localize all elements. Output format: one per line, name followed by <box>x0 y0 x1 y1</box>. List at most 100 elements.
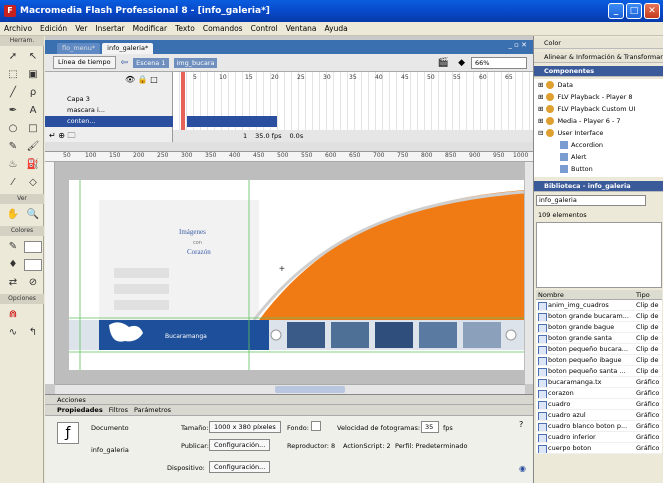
ink-bottle-icon[interactable]: ♨ <box>4 157 22 173</box>
hand-tool-icon[interactable]: ✋ <box>4 207 22 223</box>
stage-artwork[interactable]: + Imágenes con Corazón Bucaramanga <box>69 180 524 370</box>
layer-contenido[interactable]: conten... <box>45 116 173 127</box>
publish-settings-button[interactable]: Configuración... <box>209 439 271 451</box>
pen-tool-icon[interactable]: ✒ <box>4 103 22 119</box>
menu-edicion[interactable]: Edición <box>40 24 67 33</box>
menu-texto[interactable]: Texto <box>175 24 195 33</box>
library-item[interactable]: boton pequeño santa ... Clip de <box>536 366 662 377</box>
library-item[interactable]: boton grande bucaram... Clip de <box>536 311 662 322</box>
paint-bucket-icon[interactable]: ⛽ <box>24 157 42 173</box>
library-item[interactable]: cuadro blanco boton p... Gráfico <box>536 421 662 432</box>
tree-item[interactable]: Alert <box>534 151 663 163</box>
fill-color-icon[interactable]: ♦ <box>4 257 22 273</box>
menu-archivo[interactable]: Archivo <box>4 24 32 33</box>
selected-frames[interactable] <box>187 116 277 127</box>
help-icon[interactable]: ? <box>519 420 523 429</box>
scroll-thumb[interactable] <box>275 386 345 393</box>
minimize-button[interactable]: _ <box>608 3 624 19</box>
library-item[interactable]: boton grande bague Clip de <box>536 322 662 333</box>
edit-scene-icon[interactable]: 🎬 <box>438 58 449 68</box>
menu-comandos[interactable]: Comandos <box>203 24 243 33</box>
layer-mascara[interactable]: mascara i... <box>45 105 173 116</box>
maximize-button[interactable]: □ <box>626 3 642 19</box>
no-color-icon[interactable]: ⊘ <box>24 275 42 291</box>
fps-input[interactable]: 35 <box>421 421 439 433</box>
tab-propiedades[interactable]: Propiedades <box>57 406 103 414</box>
line-tool-icon[interactable]: ╱ <box>4 85 22 101</box>
frame-grid[interactable]: 5 10 15 20 25 30 35 40 45 50 55 60 65 1 … <box>173 72 533 142</box>
eraser-icon[interactable]: ◇ <box>24 175 42 191</box>
library-panel-header[interactable]: Biblioteca - info_galeria <box>534 181 663 192</box>
gradient-transform-icon[interactable]: ▣ <box>24 67 42 83</box>
swap-colors-icon[interactable]: ⇄ <box>4 275 22 291</box>
add-layer-icons[interactable]: ↵ ⊕ 🗀 <box>45 130 173 141</box>
tree-item[interactable]: Button <box>534 163 663 175</box>
tree-item[interactable]: ⊟ User Interface <box>534 127 663 139</box>
components-panel-header[interactable]: Componentes <box>534 66 663 77</box>
brush-tool-icon[interactable]: 🖌 <box>24 139 42 155</box>
menu-control[interactable]: Control <box>251 24 278 33</box>
stroke-swatch[interactable] <box>24 241 42 253</box>
tree-item[interactable]: ⊞ Media - Player 6 - 7 <box>534 115 663 127</box>
menu-modificar[interactable]: Modificar <box>133 24 167 33</box>
size-button[interactable]: 1000 x 380 píxeles <box>209 421 281 433</box>
zoom-tool-icon[interactable]: 🔍 <box>24 207 42 223</box>
free-transform-icon[interactable]: ⬚ <box>4 67 22 83</box>
library-item[interactable]: boton grande santa Clip de <box>536 333 662 344</box>
document-window-controls[interactable]: _ ▫ ✕ <box>508 41 527 49</box>
library-select[interactable]: info_galeria <box>536 195 646 206</box>
menu-ayuda[interactable]: Ayuda <box>325 24 348 33</box>
library-item[interactable]: cuadro azul Gráfico <box>536 410 662 421</box>
subselection-tool-icon[interactable]: ↖ <box>24 49 42 65</box>
text-tool-icon[interactable]: A <box>24 103 42 119</box>
stroke-color-icon[interactable]: ✎ <box>4 239 22 255</box>
library-item[interactable]: corazon Gráfico <box>536 388 662 399</box>
layer-capa-3[interactable]: Capa 3 <box>45 94 173 105</box>
tree-item[interactable]: ⊞ Data <box>534 79 663 91</box>
smooth-icon[interactable]: ∿ <box>4 325 22 341</box>
library-item[interactable]: bucaramanga.tx Gráfico <box>536 377 662 388</box>
library-item[interactable]: cuerpo boton Gráfico <box>536 443 662 454</box>
align-panel-header[interactable]: Alinear & Información & Transformar <box>534 52 663 63</box>
timeline-toggle-button[interactable]: Línea de tiempo <box>53 56 116 69</box>
zoom-select[interactable]: 66% <box>471 57 527 69</box>
vertical-scrollbar[interactable] <box>525 162 533 384</box>
background-color-swatch[interactable] <box>311 421 321 431</box>
horizontal-scrollbar[interactable] <box>55 384 525 394</box>
library-item[interactable]: cuadro Gráfico <box>536 399 662 410</box>
stage[interactable]: + Imágenes con Corazón Bucaramanga <box>55 162 525 384</box>
tab-flo-menu[interactable]: flo_menu* <box>57 43 101 54</box>
eyedropper-icon[interactable]: ⁄ <box>4 175 22 191</box>
device-settings-button[interactable]: Configuración... <box>209 461 271 473</box>
selection-tool-icon[interactable]: ➚ <box>4 49 22 65</box>
pencil-tool-icon[interactable]: ✎ <box>4 139 22 155</box>
tab-info-galeria[interactable]: info_galeria* <box>102 43 154 54</box>
fill-swatch[interactable] <box>24 259 42 271</box>
tab-filtros[interactable]: Filtros <box>109 406 128 414</box>
close-button[interactable]: ✕ <box>644 3 660 19</box>
tree-item[interactable]: Accordion <box>534 139 663 151</box>
breadcrumb-symbol[interactable]: img_bucara <box>173 57 218 68</box>
tree-item[interactable]: ⊞ FLV Playback Custom UI <box>534 103 663 115</box>
menu-insertar[interactable]: Insertar <box>95 24 124 33</box>
menu-ver[interactable]: Ver <box>75 24 87 33</box>
tab-parametros[interactable]: Parámetros <box>134 406 171 414</box>
oval-tool-icon[interactable]: ○ <box>4 121 22 137</box>
library-item[interactable]: anim_img_cuadros Clip de <box>536 300 662 311</box>
library-item[interactable]: cuadro inferior Gráfico <box>536 432 662 443</box>
snap-magnet-icon[interactable]: ⋒ <box>4 307 22 323</box>
library-item[interactable]: boton pequeño bucara... Clip de <box>536 344 662 355</box>
straighten-icon[interactable]: ↰ <box>24 325 42 341</box>
back-arrow-icon[interactable]: ⇦ <box>121 58 129 68</box>
column-name[interactable]: Nombre <box>536 290 634 299</box>
actions-panel-header[interactable]: Acciones <box>45 394 533 404</box>
layer-visibility-icons[interactable]: 👁 🔒 □ <box>45 74 173 85</box>
rectangle-tool-icon[interactable]: □ <box>24 121 42 137</box>
menu-ventana[interactable]: Ventana <box>286 24 317 33</box>
library-item[interactable]: boton pequeño ibague Clip de <box>536 355 662 366</box>
edit-symbol-icon[interactable]: ◆ <box>458 58 465 68</box>
lasso-tool-icon[interactable]: ρ <box>24 85 42 101</box>
column-type[interactable]: Tipo <box>634 290 662 299</box>
breadcrumb-scene[interactable]: Escena 1 <box>133 57 169 68</box>
tree-item[interactable]: ⊞ FLV Playback - Player 8 <box>534 91 663 103</box>
